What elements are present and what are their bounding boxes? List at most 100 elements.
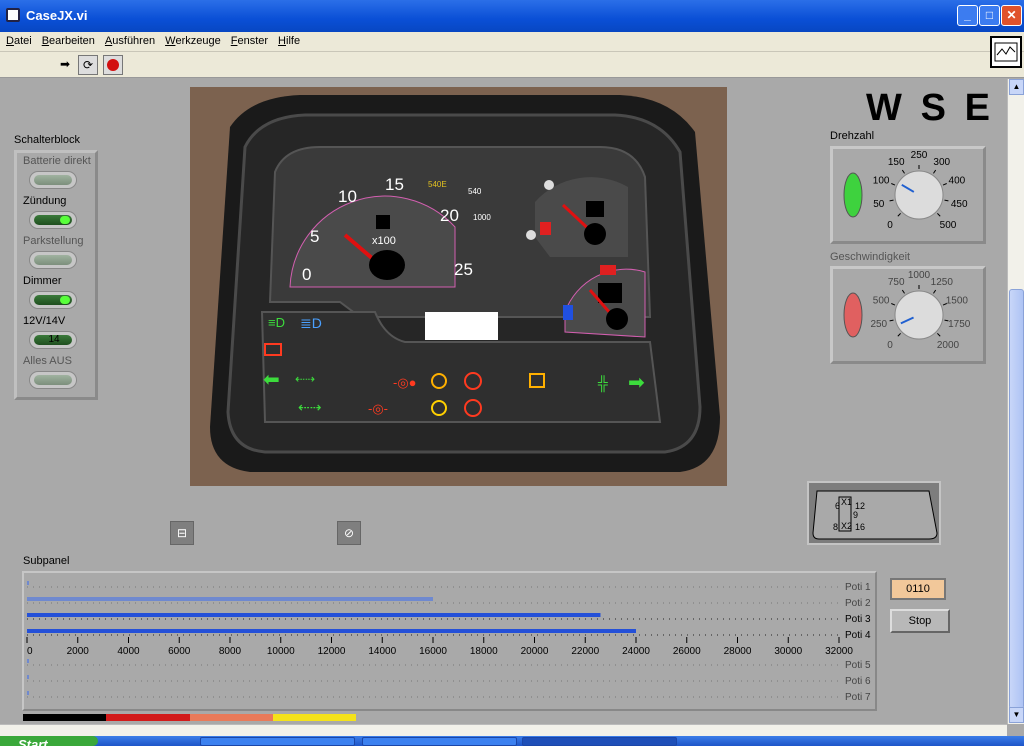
- scroll-thumb[interactable]: [1009, 289, 1024, 709]
- legend-segment-salmon: [189, 714, 273, 721]
- drehzahl-tick-label: 450: [951, 199, 968, 210]
- poti-sliders: Poti 1 Poti 2 Poti 3 Poti 4 Poti 5 Poti 6 Poti…: [26, 581, 871, 703]
- slider-fill[interactable]: [27, 613, 601, 617]
- slider-fill[interactable]: [27, 629, 636, 633]
- geschwindigkeit-tick-mark: [937, 333, 941, 337]
- geschwindigkeit-knob[interactable]: 0250 500 75010001250 1500 1750 2000: [833, 269, 983, 361]
- minimize-button[interactable]: _: [957, 5, 978, 26]
- app-icon: [6, 8, 20, 22]
- drehzahl-tick-label: 50: [873, 199, 885, 210]
- menu-item-1[interactable]: Bearbeiten: [36, 32, 99, 47]
- slider-name: Poti 7: [845, 692, 871, 703]
- tacho-tick-0: 0: [302, 265, 311, 284]
- switch-value: 14: [48, 334, 60, 345]
- scale-label: 2000: [67, 646, 90, 657]
- switch-lamp: [60, 216, 70, 224]
- waveform-icon: [994, 42, 1018, 62]
- maximize-button[interactable]: □: [979, 5, 1000, 26]
- slider-fill[interactable]: [27, 675, 29, 679]
- trailer-turn-left-icon: ⇠⇢: [295, 372, 315, 386]
- geschwindigkeit-group: 0 250 500 750 1000 1250 1500 1750 2000: [830, 266, 986, 364]
- menu-item-5[interactable]: Hilfe: [272, 32, 304, 47]
- scale-label: 22000: [571, 646, 599, 657]
- menu-item-4[interactable]: Fenster: [225, 32, 272, 47]
- drehzahl-tick-mark: [897, 213, 901, 217]
- switch-toggle-0[interactable]: [29, 171, 77, 189]
- switch-toggle-1[interactable]: [29, 211, 77, 229]
- scale-label: 10000: [267, 646, 295, 657]
- switch-toggle-2[interactable]: [29, 251, 77, 269]
- slider-fill[interactable]: [27, 691, 29, 695]
- legend-segment-black: [23, 714, 107, 721]
- switch-toggle-5[interactable]: [29, 371, 77, 389]
- taskbar-item-2[interactable]: [362, 737, 517, 746]
- switch-toggle-4[interactable]: 14: [29, 331, 77, 349]
- close-button[interactable]: ✕: [1001, 5, 1022, 26]
- menu-item-0[interactable]: Datei: [0, 32, 36, 47]
- engine-icon: [376, 215, 390, 229]
- gear-label-x1: X1: [841, 497, 852, 507]
- drehzahl-knob[interactable]: 050 100 150 250 300 400 450 500: [833, 149, 983, 241]
- status-value-display[interactable]: 0110: [890, 578, 946, 600]
- drehzahl-tick-label: 500: [940, 220, 957, 231]
- scale-label: 26000: [673, 646, 701, 657]
- front-panel: Schalterblock Batterie direkt Zündung Park…: [0, 79, 1007, 725]
- drehzahl-tick-label: 300: [933, 157, 950, 168]
- scroll-down-icon[interactable]: ▼: [1009, 707, 1024, 723]
- taskbar-item-3[interactable]: [522, 737, 677, 746]
- switch-label-1: Zündung: [23, 195, 67, 207]
- geschwindigkeit-tick-mark: [933, 289, 937, 294]
- gearbox-button[interactable]: ⊟: [170, 521, 194, 545]
- geschwindigkeit-tick-label: 500: [873, 295, 890, 306]
- drehzahl-tick-mark: [901, 169, 905, 174]
- drehzahl-tick-label: 0: [887, 220, 893, 231]
- geschwindigkeit-tick-mark: [889, 319, 894, 322]
- scale-label: 24000: [622, 646, 650, 657]
- lcd-display: [425, 312, 498, 340]
- slider-fill[interactable]: [27, 581, 29, 585]
- geschwindigkeit-tick-label: 2000: [937, 340, 960, 351]
- gear-label-x2: X2: [841, 521, 852, 531]
- taskbar-item-1[interactable]: [200, 737, 355, 746]
- slider-fill[interactable]: [27, 659, 29, 663]
- slider-name: Poti 3: [845, 614, 871, 625]
- stop-button[interactable]: Stop: [890, 609, 950, 633]
- oil-pressure-warning-icon: -◎●: [393, 375, 417, 390]
- geschwindigkeit-title: Geschwindigkeit: [830, 251, 911, 263]
- schalterblock-group: Batterie direkt Zündung Parkstellung Dimmer…: [14, 150, 98, 400]
- start-button[interactable]: Start: [0, 736, 98, 746]
- run-continuously-button[interactable]: ⟳: [78, 55, 98, 75]
- menu-item-3[interactable]: Werkzeuge: [159, 32, 225, 47]
- switch-label-5: Alles AUS: [23, 355, 72, 367]
- wse-logo: WSE: [866, 88, 992, 124]
- scale-label: 32000: [825, 646, 853, 657]
- geschwindigkeit-tick-label: 750: [888, 277, 905, 288]
- horizontal-scrollbar[interactable]: [0, 724, 1007, 736]
- schalterblock-title: Schalterblock: [14, 134, 81, 146]
- drehzahl-tick-label: 100: [873, 175, 890, 186]
- menu-item-2[interactable]: Ausführen: [99, 32, 159, 47]
- drehzahl-tick-mark: [944, 199, 949, 202]
- turn-left-icon: ⬅: [263, 369, 280, 391]
- slider-name: Poti 1: [845, 582, 871, 593]
- scale-label: 14000: [368, 646, 396, 657]
- drehzahl-group: 0 50 100 150 250 300 400 450 500: [830, 146, 986, 244]
- oil-pressure-button[interactable]: ⊘: [337, 521, 361, 545]
- vi-icon[interactable]: [990, 36, 1022, 68]
- gear-label-8: 8: [833, 522, 838, 532]
- scroll-up-icon[interactable]: ▲: [1009, 79, 1024, 95]
- geschwindigkeit-tick-label: 1250: [931, 277, 954, 288]
- drehzahl-tick-mark: [942, 183, 947, 186]
- coolant-warning-icon: -◎-: [368, 401, 388, 416]
- dashboard-image: 0 5 10 15 20 25 x100 540E 540 1000 ≡D ≣D…: [190, 87, 727, 486]
- run-arrow-button[interactable]: ➡: [55, 55, 75, 75]
- trailer-turn-icon: ⇠⇢: [298, 399, 322, 415]
- geschwindigkeit-tick-mark: [901, 289, 905, 294]
- abort-button[interactable]: [103, 55, 123, 75]
- geschwindigkeit-tick-mark: [897, 333, 901, 337]
- slider-fill[interactable]: [27, 597, 433, 601]
- vertical-scrollbar[interactable]: ▲ ▼: [1007, 79, 1024, 724]
- svg-text:WSE: WSE: [866, 88, 992, 124]
- scale-label: 18000: [470, 646, 498, 657]
- switch-toggle-3[interactable]: [29, 291, 77, 309]
